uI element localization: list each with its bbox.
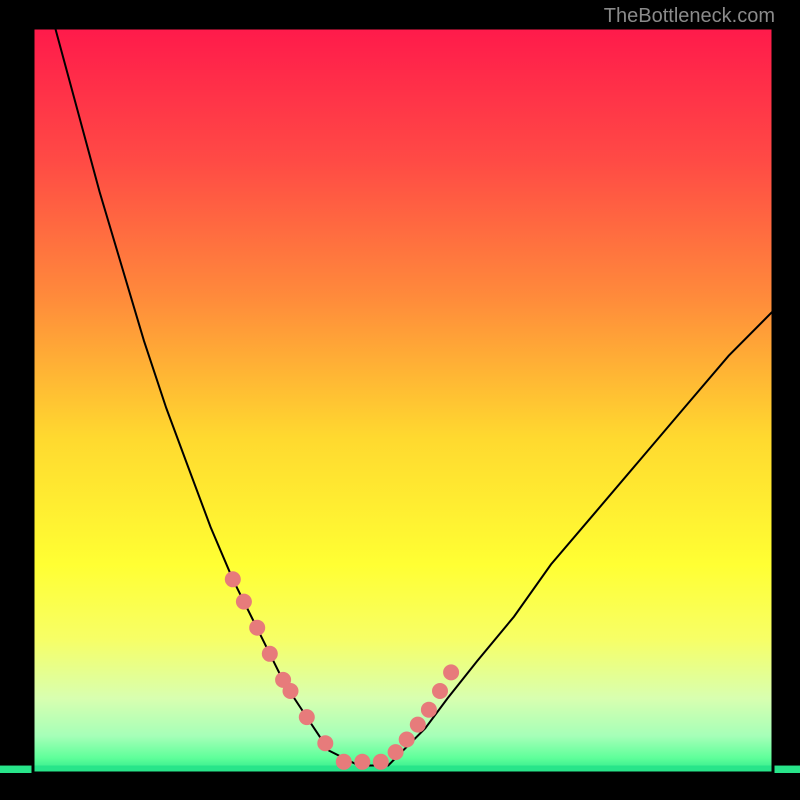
highlight-dot: [262, 646, 278, 662]
highlight-dot: [373, 754, 389, 770]
highlight-dot: [443, 664, 459, 680]
highlight-dot: [317, 735, 333, 751]
highlight-dot: [283, 683, 299, 699]
chart-container: TheBottleneck.com: [0, 0, 800, 800]
plot-background: [33, 28, 773, 773]
highlight-dot: [225, 571, 241, 587]
highlight-dot: [421, 702, 437, 718]
highlight-dot: [236, 594, 252, 610]
highlight-dot: [249, 620, 265, 636]
highlight-dot: [336, 754, 352, 770]
highlight-dot: [388, 744, 404, 760]
highlight-dot: [410, 717, 426, 733]
highlight-dot: [354, 754, 370, 770]
attribution-watermark: TheBottleneck.com: [604, 5, 775, 27]
highlight-dot: [399, 732, 415, 748]
highlight-dot: [432, 683, 448, 699]
highlight-dot: [299, 709, 315, 725]
chart-svg: TheBottleneck.com: [0, 0, 800, 800]
